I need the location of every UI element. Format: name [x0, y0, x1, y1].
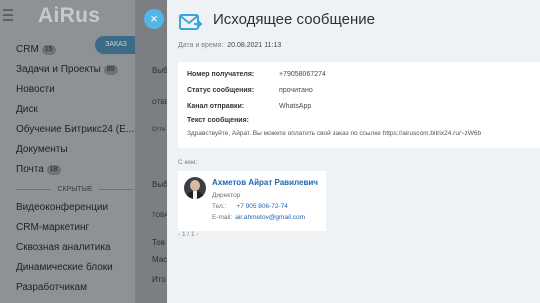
sidebar-item-mail[interactable]: Почта 18 — [16, 160, 134, 180]
email-link[interactable]: air.ahmetov@gmail.com — [235, 214, 305, 221]
sidebar-item-crm-marketing[interactable]: CRM-маркетинг — [16, 218, 134, 238]
contact-phone-row: Тел.: +7 905 806-72-74 — [212, 203, 288, 210]
sidebar-nav: CRM 15 Задачи и Проекты 89 Новости Диск Об… — [16, 40, 135, 298]
background-fragment: ТОВА — [152, 213, 168, 219]
status-label: Статус сообщения: — [187, 87, 255, 94]
background-fragment: Тов — [152, 238, 165, 247]
channel-value: WhatsApp — [279, 103, 312, 110]
sidebar-item-videoconf[interactable]: Видеоконференции — [16, 198, 134, 218]
message-slider: Исходящее сообщение Дата и время: 20.08.… — [167, 0, 540, 303]
phone-link[interactable]: +7 905 806-72-74 — [236, 203, 288, 210]
recipient-label: Номер получателя: — [187, 71, 255, 78]
counter-badge: 18 — [46, 165, 61, 175]
pager: ‹ 1 / 1 › — [178, 231, 199, 238]
channel-label: Канал отправки: — [187, 103, 245, 110]
background-fragment: Выб — [152, 180, 168, 189]
avatar-shirt — [193, 191, 197, 199]
sidebar-item-label: Почта — [16, 164, 44, 175]
pager-text: 1 / 1 — [181, 231, 195, 238]
divider — [98, 188, 135, 190]
sidebar-item-developers[interactable]: Разработчикам — [16, 278, 134, 298]
background-fragment: ОТВЕ — [152, 100, 169, 106]
sidebar-item-label: CRM-маркетинг — [16, 222, 90, 233]
message-text: Здравствуйте, Айрат. Вы можете оплатить … — [187, 130, 482, 137]
phone-label: Тел.: — [212, 203, 227, 210]
status-value: прочитано — [279, 87, 313, 94]
prev-arrow-icon[interactable]: ‹ — [178, 231, 180, 238]
sidebar-item-label: Обучение Битрикс24 (E... — [16, 124, 134, 135]
logo: AiRus — [38, 4, 101, 27]
next-arrow-icon[interactable]: › — [196, 231, 198, 238]
text-row: Текст сообщения: — [187, 117, 279, 124]
slider-header: Исходящее сообщение Дата и время: 20.08.… — [167, 0, 540, 62]
counter-badge: 89 — [103, 65, 118, 75]
sidebar-item-documents[interactable]: Документы — [16, 140, 134, 160]
sidebar-item-tasks[interactable]: Задачи и Проекты 89 — [16, 60, 134, 80]
sidebar-item-label: CRM — [16, 44, 39, 55]
sidebar-item-label: Динамические блоки — [16, 262, 113, 273]
sidebar-item-label: Новости — [16, 84, 55, 95]
sidebar-item-label: Диск — [16, 104, 38, 115]
order-button[interactable]: ЗАКАЗ — [95, 36, 137, 54]
menu-icon[interactable] — [3, 9, 13, 21]
datetime: Дата и время: 20.08.2021 11:13 — [178, 42, 281, 49]
sidebar-item-label: Задачи и Проекты — [16, 64, 101, 75]
to-label: С кем: — [178, 159, 198, 166]
sidebar-item-label: Разработчикам — [16, 282, 87, 293]
recipient-row: Номер получателя: +79058067274 — [187, 71, 326, 78]
background-fragment: Мас — [152, 255, 168, 264]
avatar — [184, 177, 206, 199]
channel-row: Канал отправки: WhatsApp — [187, 103, 311, 110]
hidden-separator: СКРЫТЫЕ — [16, 180, 135, 198]
contact-name-link[interactable]: Ахметов Айрат Равилевич — [212, 178, 318, 187]
sidebar-item-label: Видеоконференции — [16, 202, 109, 213]
sidebar-item-disk[interactable]: Диск — [16, 100, 134, 120]
separator-label: СКРЫТЫЕ — [57, 185, 93, 193]
text-label: Текст сообщения: — [187, 117, 250, 124]
message-details-card: Номер получателя: +79058067274 Статус соо… — [178, 62, 540, 148]
recipient-value: +79058067274 — [279, 71, 326, 78]
sidebar-item-label: Сквозная аналитика — [16, 242, 111, 253]
counter-badge: 15 — [41, 45, 56, 55]
close-button[interactable]: × — [144, 9, 164, 29]
page-title: Исходящее сообщение — [213, 11, 375, 28]
avatar-head — [190, 180, 200, 191]
envelope-icon — [179, 14, 203, 30]
contact-email-row: E-mail: air.ahmetov@gmail.com — [212, 214, 305, 221]
contact-position: Директор — [212, 192, 241, 199]
background-fragment: Выб — [152, 66, 168, 75]
datetime-label: Дата и время: — [178, 42, 224, 49]
datetime-value: 20.08.2021 11:13 — [227, 42, 282, 49]
contact-card: Ахметов Айрат Равилевич Директор Тел.: +7… — [178, 171, 326, 231]
background-fragment: Отте — [152, 127, 166, 133]
status-row: Статус сообщения: прочитано — [187, 87, 313, 94]
sidebar-item-learning[interactable]: Обучение Битрикс24 (E... — [16, 120, 134, 140]
sidebar-item-news[interactable]: Новости — [16, 80, 134, 100]
sidebar-item-label: Документы — [16, 144, 68, 155]
sidebar-item-dynamic-blocks[interactable]: Динамические блоки — [16, 258, 134, 278]
email-label: E-mail: — [212, 214, 233, 221]
divider — [16, 188, 52, 190]
background-fragment: Ито — [152, 275, 166, 284]
sidebar-item-analytics[interactable]: Сквозная аналитика — [16, 238, 134, 258]
